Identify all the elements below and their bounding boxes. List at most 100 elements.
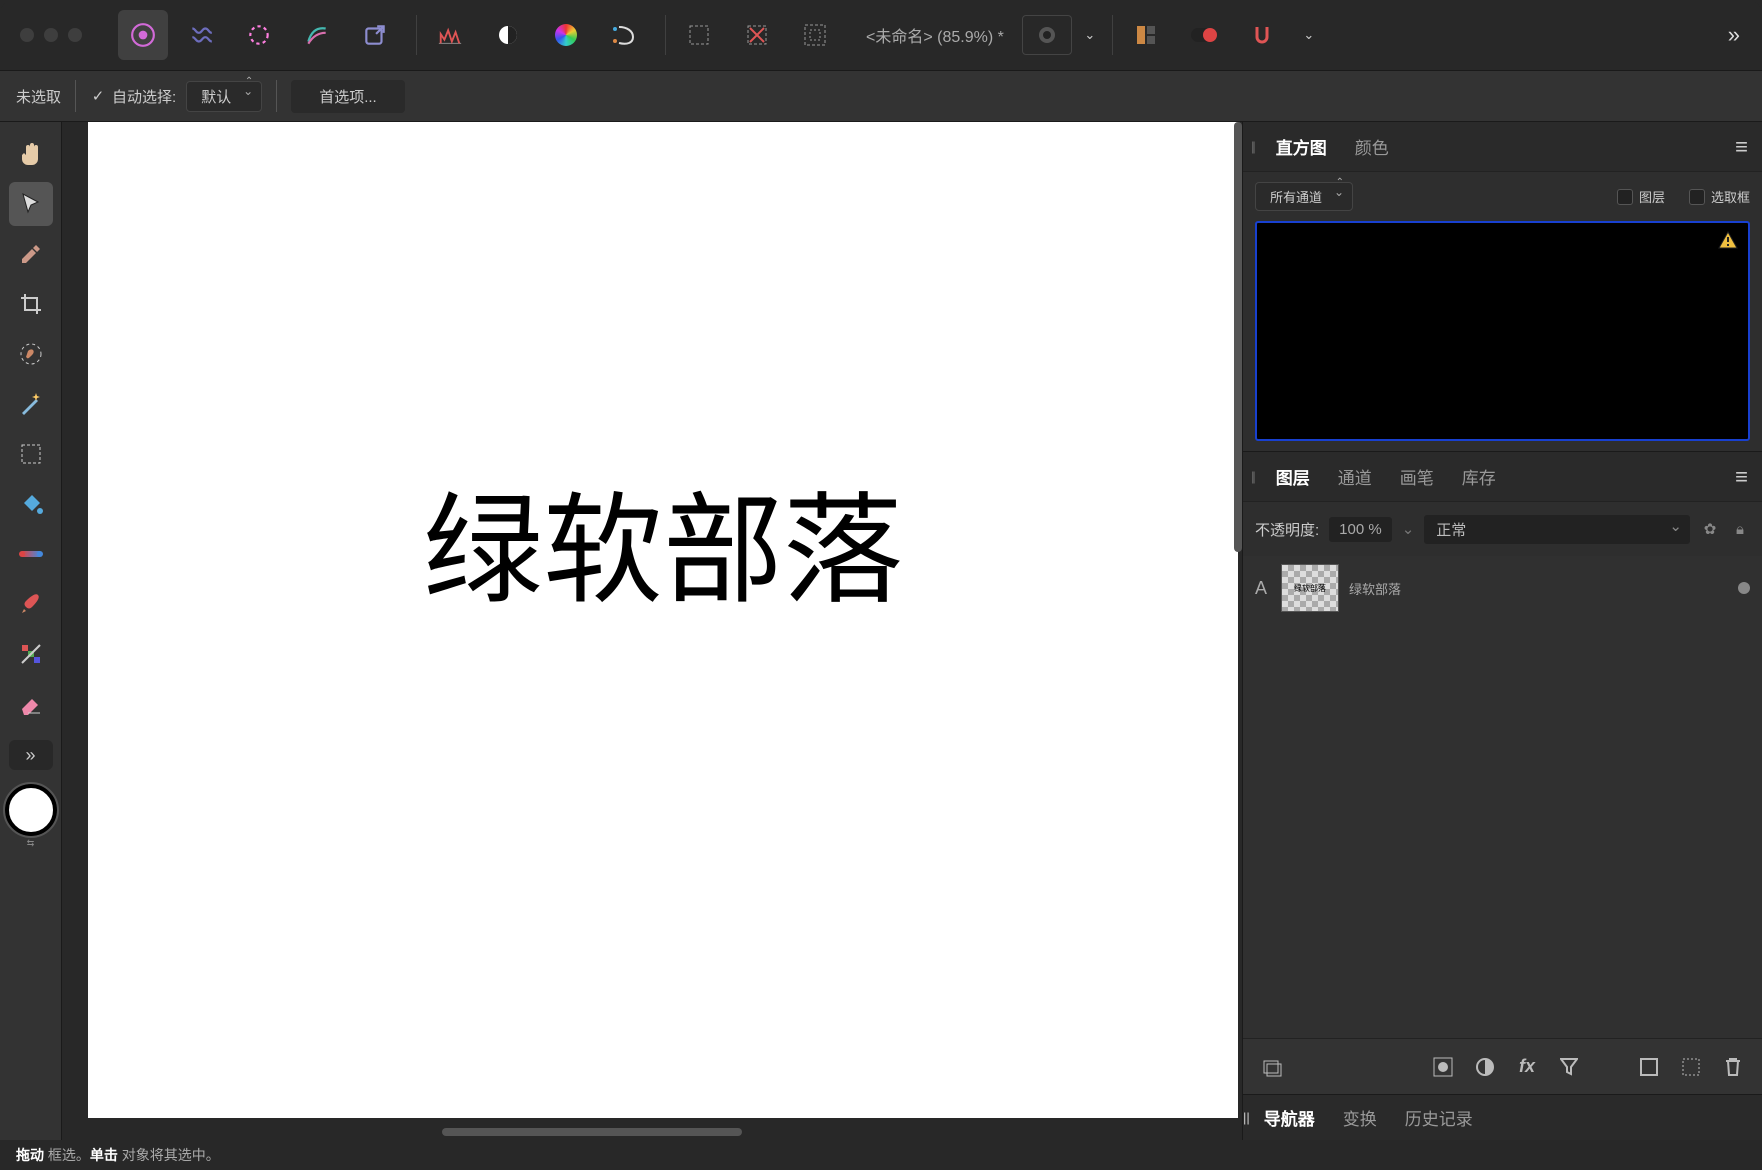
panel-menu-icon[interactable]: ≡ (1721, 464, 1762, 490)
flood-fill-tool-icon[interactable] (9, 482, 53, 526)
layer-type-icon: A (1255, 578, 1271, 599)
layer-action-buttons: fx (1243, 1038, 1762, 1094)
quick-mask-dropdown[interactable]: ⌄ (1076, 15, 1104, 55)
layer-group-icon[interactable] (1255, 1050, 1289, 1084)
move-tool-icon[interactable] (9, 182, 53, 226)
persona-liquify-icon[interactable] (176, 10, 226, 60)
tab-navigator[interactable]: 导航器 (1250, 1095, 1329, 1140)
tab-layers[interactable]: 图层 (1262, 452, 1324, 501)
layer-thumbnail: 绿软部落 (1281, 564, 1339, 612)
pixel-tool-icon[interactable] (9, 632, 53, 676)
persona-tone-icon[interactable] (292, 10, 342, 60)
tab-channels[interactable]: 通道 (1324, 452, 1386, 501)
warning-icon (1718, 231, 1738, 249)
window-traffic-lights (20, 28, 82, 42)
status-drag-text: 框选。 (44, 1147, 90, 1163)
persona-photo-icon[interactable] (118, 10, 168, 60)
opacity-stepper-icon[interactable]: ⌄ (1402, 520, 1415, 538)
snapping-icon[interactable] (1237, 10, 1287, 60)
horizontal-scrollbar[interactable] (442, 1128, 742, 1136)
separator (75, 80, 76, 112)
persona-export-icon[interactable] (350, 10, 400, 60)
layer-row[interactable]: A 绿软部落 绿软部落 (1243, 556, 1762, 620)
panel-drag-handle-icon[interactable]: || (1243, 139, 1262, 154)
panel-drag-handle-icon[interactable]: || (1243, 469, 1262, 484)
status-click-text: 对象将其选中。 (118, 1147, 220, 1163)
persona-develop-icon[interactable] (234, 10, 284, 60)
status-drag-label: 拖动 (16, 1147, 44, 1163)
add-fx-icon[interactable]: fx (1510, 1050, 1544, 1084)
canvas[interactable]: 绿软部落 (88, 122, 1238, 1118)
tab-histogram[interactable]: 直方图 (1262, 122, 1341, 171)
auto-colors-icon[interactable] (541, 10, 591, 60)
close-button[interactable] (20, 28, 34, 42)
opacity-input[interactable]: 100 % (1329, 517, 1392, 542)
tab-history[interactable]: 历史记录 (1391, 1095, 1487, 1140)
layer-checkbox[interactable] (1617, 189, 1633, 205)
add-mask-icon[interactable] (1426, 1050, 1460, 1084)
preferences-button[interactable]: 首选项... (291, 80, 405, 113)
tab-transform[interactable]: 变换 (1329, 1095, 1391, 1140)
invert-selection-icon[interactable] (790, 10, 840, 60)
snapping-dropdown[interactable]: ⌄ (1295, 15, 1323, 55)
color-swatch[interactable]: ⇆ (5, 776, 57, 849)
tab-color[interactable]: 颜色 (1341, 122, 1403, 171)
left-toolbar: » ⇆ (0, 122, 62, 1140)
add-live-filter-icon[interactable] (1552, 1050, 1586, 1084)
canvas-viewport[interactable]: 绿软部落 (62, 122, 1242, 1140)
marquee-checkbox-label: 选取框 (1711, 187, 1750, 206)
blend-mode-dropdown[interactable]: 正常 (1424, 515, 1690, 544)
delete-layer-icon[interactable] (1716, 1050, 1750, 1084)
marquee-tool-icon[interactable] (9, 432, 53, 476)
add-pixel-layer-icon[interactable] (1632, 1050, 1666, 1084)
arrange-icon[interactable] (1121, 10, 1171, 60)
no-selection-label: 未选取 (16, 86, 61, 107)
paint-brush-tool-icon[interactable] (9, 582, 53, 626)
main-area: » ⇆ 绿软部落 || 直方图 颜色 ≡ 所有通道 图层 (0, 122, 1762, 1140)
gradient-tool-icon[interactable] (9, 532, 53, 576)
auto-select-mode-dropdown[interactable]: 默认 (186, 81, 262, 112)
tools-overflow-icon[interactable]: » (9, 740, 53, 770)
color-picker-tool-icon[interactable] (9, 232, 53, 276)
vertical-scrollbar[interactable] (1234, 122, 1242, 552)
lock-icon[interactable]: 🔒︎ (1730, 519, 1750, 539)
layer-name-label[interactable]: 绿软部落 (1349, 579, 1401, 598)
add-layer-icon[interactable] (1674, 1050, 1708, 1084)
marquee-checkbox[interactable] (1689, 189, 1705, 205)
tab-stock[interactable]: 库存 (1448, 452, 1510, 501)
toolbar-overflow-icon[interactable]: » (1718, 22, 1750, 48)
layer-settings-icon[interactable]: ✿ (1700, 519, 1720, 539)
crop-tool-icon[interactable] (9, 282, 53, 326)
canvas-text: 绿软部落 (423, 453, 903, 627)
magic-wand-tool-icon[interactable] (9, 382, 53, 426)
separator (276, 80, 277, 112)
top-toolbar: <未命名> (85.9%) * ⌄ ⌄ » (0, 0, 1762, 70)
layers-panel: || 图层 通道 画笔 库存 ≡ 不透明度: 100 % ⌄ 正常 ✿ 🔒︎ A… (1243, 451, 1762, 1094)
auto-contrast-icon[interactable] (483, 10, 533, 60)
histogram-panel: 所有通道 图层 选取框 (1243, 172, 1762, 451)
right-panel-stack: || 直方图 颜色 ≡ 所有通道 图层 选取框 (1242, 122, 1762, 1140)
erase-tool-icon[interactable] (9, 682, 53, 726)
panel-drag-handle-icon[interactable]: || (1243, 1110, 1250, 1125)
layer-controls: 不透明度: 100 % ⌄ 正常 ✿ 🔒︎ (1243, 502, 1762, 556)
minimize-button[interactable] (44, 28, 58, 42)
auto-select-checkbox[interactable]: ✓ (90, 88, 106, 104)
hand-tool-icon[interactable] (9, 132, 53, 176)
auto-levels-icon[interactable] (425, 10, 475, 60)
deselect-icon[interactable] (732, 10, 782, 60)
selection-brush-tool-icon[interactable] (9, 332, 53, 376)
tab-brushes[interactable]: 画笔 (1386, 452, 1448, 501)
zoom-button[interactable] (68, 28, 82, 42)
separator (665, 15, 666, 55)
channel-dropdown[interactable]: 所有通道 (1255, 182, 1353, 211)
navigator-panel-tabs: || 导航器 变换 历史记录 (1243, 1094, 1762, 1140)
quick-mask-icon[interactable] (1022, 15, 1072, 55)
auto-white-balance-icon[interactable] (599, 10, 649, 60)
visibility-toggle-icon[interactable] (1738, 582, 1750, 594)
assistant-toggle-icon[interactable] (1179, 10, 1229, 60)
separator (1112, 15, 1113, 55)
add-adjustment-icon[interactable] (1468, 1050, 1502, 1084)
panel-menu-icon[interactable]: ≡ (1721, 134, 1762, 160)
context-toolbar: 未选取 ✓ 自动选择: 默认 首选项... (0, 70, 1762, 122)
select-all-icon[interactable] (674, 10, 724, 60)
